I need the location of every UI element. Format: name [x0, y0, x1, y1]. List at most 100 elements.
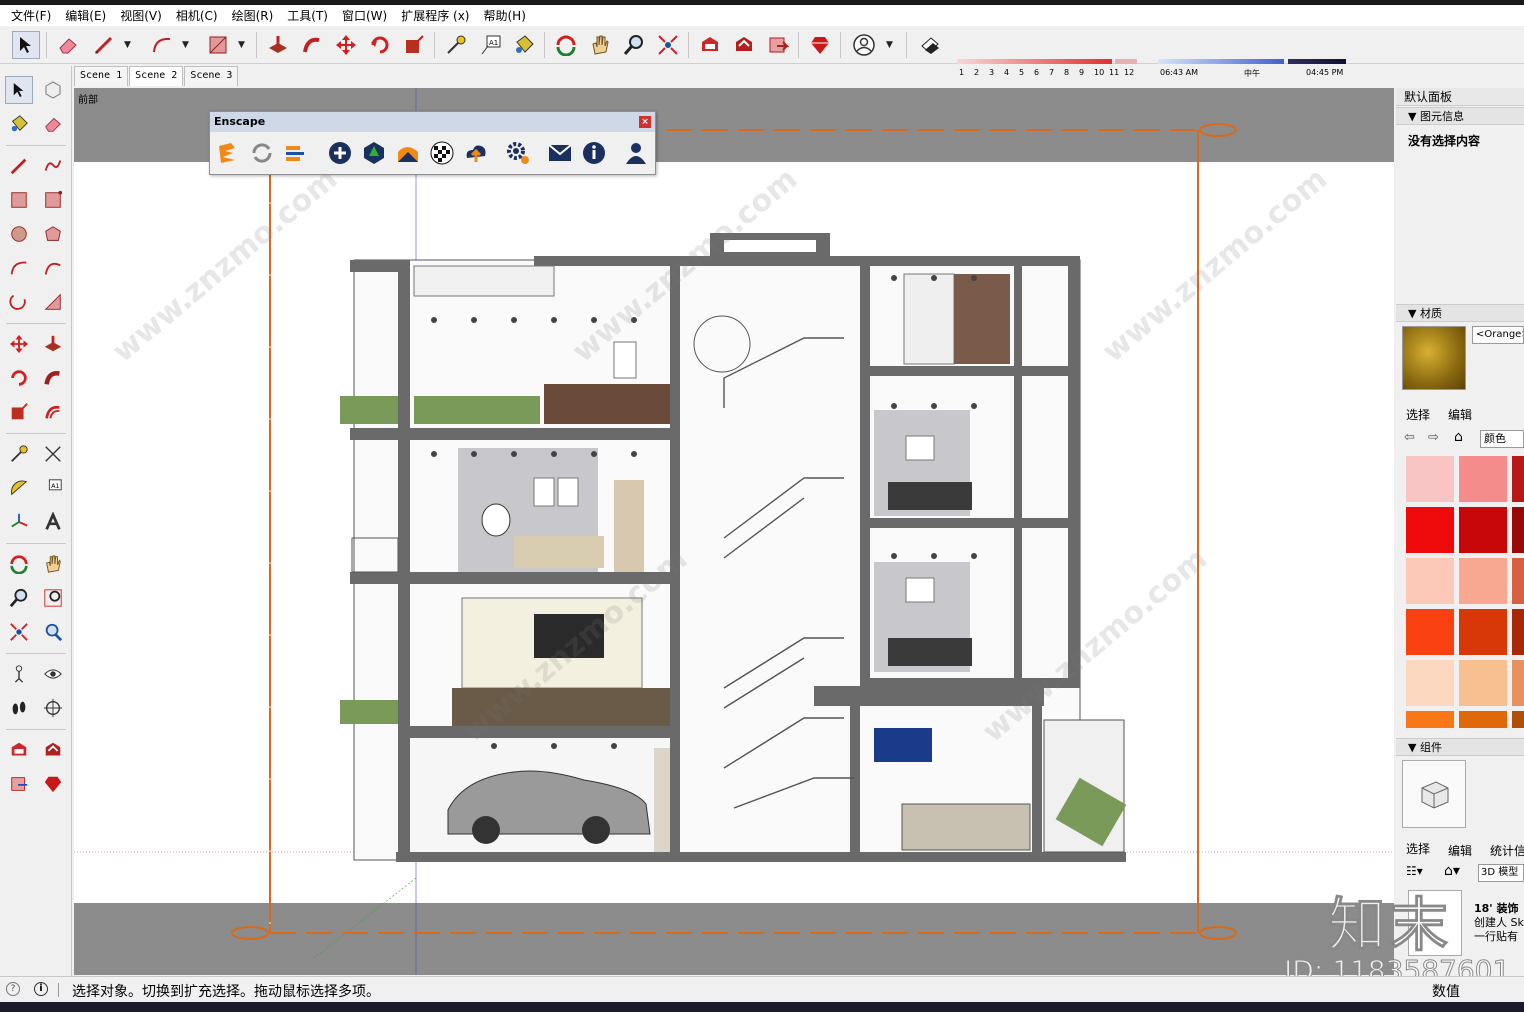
zoom-extents-icon[interactable] [5, 618, 33, 646]
make-component-icon[interactable] [39, 76, 67, 104]
home-icon[interactable]: ⌂▾ [1444, 863, 1460, 879]
line-tool-icon[interactable] [90, 31, 118, 59]
material-editor-icon[interactable] [394, 139, 422, 167]
line-dropdown-icon[interactable]: ▼ [124, 40, 131, 50]
color-swatch[interactable] [1459, 558, 1507, 604]
two-point-arc-icon[interactable] [39, 254, 67, 282]
component-search-input[interactable]: 3D 模型 [1478, 864, 1524, 882]
tab-edit[interactable]: 编辑 [1448, 842, 1472, 859]
share-component-icon[interactable] [764, 31, 792, 59]
color-swatch[interactable] [1459, 609, 1507, 655]
zoom-window-icon[interactable] [39, 584, 67, 612]
previous-view-icon[interactable] [39, 618, 67, 646]
color-swatch[interactable] [1406, 609, 1454, 655]
3d-text-icon[interactable] [39, 508, 67, 536]
select-tool-icon[interactable] [12, 31, 40, 59]
tab-statistics[interactable]: 统计信 [1490, 842, 1524, 859]
menu-tools[interactable]: 工具(T) [280, 7, 335, 24]
menu-extensions[interactable]: 扩展程序 (x) [394, 7, 476, 24]
tab-scene-1[interactable]: Scene 1 [74, 66, 129, 86]
pan-icon[interactable] [39, 550, 67, 578]
arc-tool-icon[interactable] [5, 254, 33, 282]
shape-dropdown-icon[interactable]: ▼ [238, 40, 245, 50]
menu-draw[interactable]: 绘图(R) [225, 7, 281, 24]
push-pull-icon[interactable] [39, 330, 67, 358]
warehouse-icon[interactable] [696, 31, 724, 59]
color-swatch[interactable] [1512, 456, 1524, 502]
menu-help[interactable]: 帮助(H) [476, 7, 532, 24]
account-icon[interactable] [622, 139, 650, 167]
color-swatch[interactable] [1459, 507, 1507, 553]
position-camera-icon[interactable] [5, 660, 33, 688]
color-swatch[interactable] [1406, 507, 1454, 553]
move-tool-icon[interactable] [5, 330, 33, 358]
entity-info-header[interactable]: ▼ 图元信息 [1396, 107, 1524, 125]
checker-texture-icon[interactable] [428, 139, 456, 167]
eraser-icon[interactable] [39, 110, 67, 138]
account-icon[interactable] [850, 31, 878, 59]
settings-gear-icon[interactable] [504, 139, 532, 167]
color-swatch[interactable] [1459, 711, 1507, 728]
menu-window[interactable]: 窗口(W) [335, 7, 394, 24]
color-swatch[interactable] [1459, 660, 1507, 706]
color-swatch[interactable] [1512, 558, 1524, 604]
follow-me-icon[interactable] [39, 364, 67, 392]
shadows-toggle-icon[interactable] [916, 31, 944, 59]
warehouse-icon[interactable] [5, 736, 33, 764]
shadow-date-slider[interactable]: 1 2 3 4 5 6 7 8 9 10 11 12 [955, 57, 1140, 81]
color-swatch[interactable] [1406, 711, 1454, 728]
extension-warehouse-icon[interactable] [806, 31, 834, 59]
color-swatch[interactable] [1406, 456, 1454, 502]
follow-me-icon[interactable] [298, 31, 326, 59]
color-swatch[interactable] [1512, 660, 1524, 706]
tape-measure-icon[interactable] [442, 31, 470, 59]
offset-tool-icon[interactable] [39, 398, 67, 426]
text-tool-icon[interactable]: A1 [477, 31, 505, 59]
shadow-time-slider[interactable]: 06:43 AM 中午 04:45 PM [1158, 57, 1348, 81]
close-icon[interactable]: × [639, 116, 651, 128]
walk-icon[interactable] [5, 694, 33, 722]
share-model-icon[interactable] [39, 736, 67, 764]
model-viewport[interactable]: 前部 www.znzmo.com www.znzmo.com www.znzmo… [74, 88, 1394, 975]
circle-tool-icon[interactable] [5, 220, 33, 248]
geolocation-icon[interactable]: ? [6, 982, 20, 996]
color-swatch[interactable] [1512, 609, 1524, 655]
enscape-start-icon[interactable] [214, 139, 242, 167]
tab-select[interactable]: 选择 [1406, 406, 1430, 423]
pan-icon[interactable] [586, 31, 614, 59]
color-swatch[interactable] [1512, 711, 1524, 728]
scale-tool-icon[interactable] [5, 398, 33, 426]
share-component-icon[interactable] [5, 770, 33, 798]
add-icon[interactable] [326, 139, 354, 167]
line-tool-icon[interactable] [5, 152, 33, 180]
menu-view[interactable]: 视图(V) [113, 7, 169, 24]
menu-camera[interactable]: 相机(C) [169, 7, 225, 24]
look-around-icon[interactable] [39, 660, 67, 688]
pie-tool-icon[interactable] [39, 288, 67, 316]
orbit-icon[interactable] [5, 550, 33, 578]
menu-file[interactable]: 文件(F) [4, 7, 58, 24]
tab-scene-2[interactable]: Scene 2 [129, 66, 184, 86]
rotate-tool-icon[interactable] [5, 364, 33, 392]
orbit-icon[interactable] [552, 31, 580, 59]
materials-header[interactable]: ▼ 材质 [1396, 304, 1524, 322]
protractor-icon[interactable] [5, 474, 33, 502]
polygon-tool-icon[interactable] [39, 220, 67, 248]
color-collection-select[interactable]: 颜色 [1480, 430, 1524, 448]
tab-scene-3[interactable]: Scene 3 [184, 66, 239, 86]
zoom-icon[interactable] [5, 584, 33, 612]
three-point-arc-icon[interactable] [5, 288, 33, 316]
mail-feedback-icon[interactable] [546, 139, 574, 167]
forward-arrow-icon[interactable]: ⇨ [1428, 430, 1439, 445]
rectangle-tool-icon[interactable] [5, 186, 33, 214]
rotate-tool-icon[interactable] [366, 31, 394, 59]
move-tool-icon[interactable] [332, 31, 360, 59]
sync-views-icon[interactable] [282, 139, 310, 167]
dimension-tool-icon[interactable] [39, 440, 67, 468]
eraser-icon[interactable] [54, 31, 82, 59]
color-swatch[interactable] [1459, 456, 1507, 502]
zoom-extents-icon[interactable] [654, 31, 682, 59]
color-swatch[interactable] [1406, 660, 1454, 706]
upload-icon[interactable] [462, 139, 490, 167]
asset-library-icon[interactable] [360, 139, 388, 167]
